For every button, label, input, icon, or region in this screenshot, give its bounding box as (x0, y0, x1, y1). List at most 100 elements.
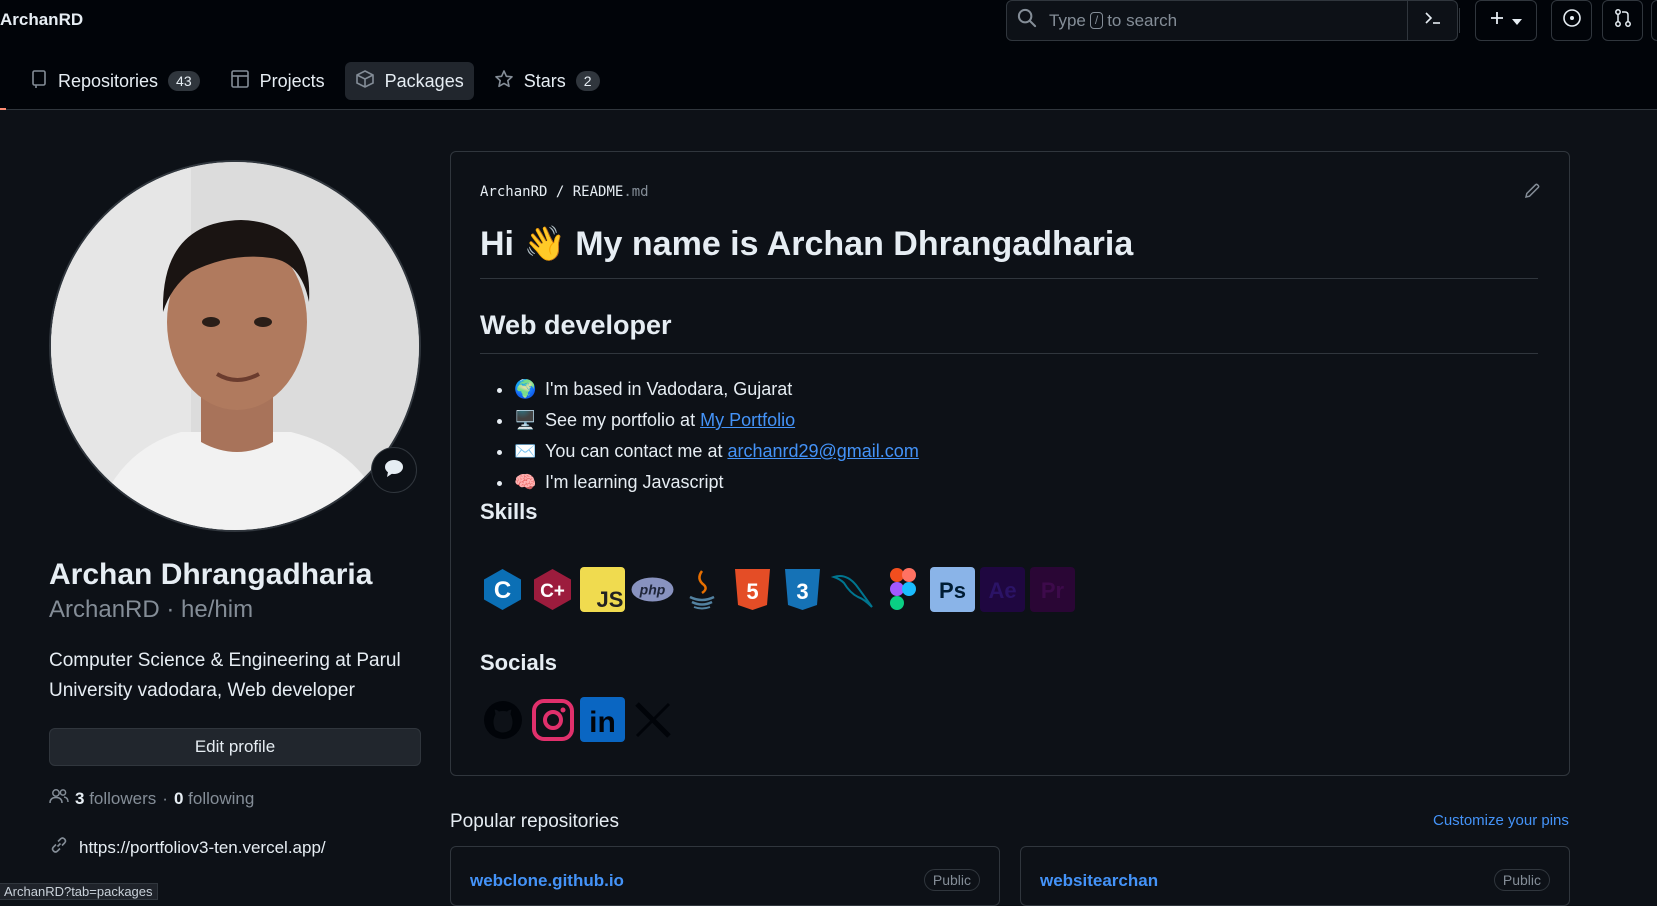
website-link[interactable]: https://portfoliov3-ten.vercel.app/ (79, 838, 326, 858)
list-item: 🧠 I'm learning Javascript (514, 467, 1538, 498)
list-item-text: You can contact me at (545, 441, 728, 461)
socials-heading: Socials (480, 650, 558, 675)
svg-text:C+: C+ (540, 581, 565, 602)
svg-text:JS: JS (597, 587, 624, 612)
tab-label: Projects (259, 70, 325, 91)
avatar-container (49, 160, 421, 532)
socials-icons: in (480, 697, 1538, 742)
avatar[interactable] (49, 160, 421, 532)
computer-icon: 🖥️ (514, 410, 537, 430)
followers-link[interactable]: 3 followers (75, 789, 156, 809)
inbox-button[interactable] (1651, 0, 1657, 41)
owner-login[interactable]: ArchanRD (0, 10, 83, 30)
email-link[interactable]: archanrd29@gmail.com (727, 441, 918, 461)
breadcrumb-file[interactable]: README (573, 184, 624, 200)
readme-breadcrumb: ArchanRD / README.md (480, 184, 649, 200)
edit-readme-button[interactable] (1523, 182, 1541, 205)
following-count: 0 (173, 788, 184, 808)
list-item: ✉️ You can contact me at archanrd29@gmail… (514, 436, 1538, 467)
svg-text:Ps: Ps (939, 578, 966, 603)
followers-count: 3 (75, 788, 85, 808)
pencil-icon (1523, 183, 1541, 204)
github-icon[interactable] (480, 697, 525, 742)
repo-card: webclone.github.io Public (450, 846, 1000, 906)
brain-icon: 🧠 (514, 472, 537, 492)
repo-card: websitearchan Public (1020, 846, 1570, 906)
profile-sidebar: Archan Dhrangadharia ArchanRD · he/him C… (49, 160, 421, 860)
svg-text:php: php (639, 582, 666, 598)
follow-stats: 3 followers · 0 following (49, 788, 421, 809)
repo-icon (30, 69, 48, 94)
search-shortcut-key: / (1089, 12, 1104, 29)
readme-title: Hi 👋 My name is Archan Dhrangadharia (480, 224, 1538, 279)
search-icon (1017, 8, 1037, 33)
tab-counter: 43 (168, 71, 200, 91)
tab-stars[interactable]: Stars 2 (484, 62, 610, 100)
following-link[interactable]: 0 following (174, 789, 254, 809)
search-placeholder: Type / to search (1049, 11, 1177, 31)
create-new-button[interactable] (1475, 0, 1537, 41)
instagram-icon[interactable] (530, 697, 575, 742)
pull-request-icon (1614, 8, 1632, 33)
globe-icon: 🌍 (514, 379, 537, 399)
header-divider (1459, 8, 1460, 33)
svg-text:Pr: Pr (1041, 578, 1065, 603)
css3-icon: 3 (780, 567, 825, 612)
figma-icon (880, 567, 925, 612)
tab-label: Packages (384, 70, 464, 91)
skills-heading: Skills (480, 499, 538, 524)
profile-readme: ArchanRD / README.md Hi 👋 My name is Arc… (450, 151, 1570, 776)
profile-login-pronouns: ArchanRD · he/him (49, 596, 254, 623)
following-label: following (188, 788, 255, 808)
aftereffects-icon: Ae (980, 567, 1025, 612)
readme-bullets: 🌍 I'm based in Vadodara, Gujarat 🖥️ See my… (480, 374, 1538, 498)
followers-label: followers (89, 788, 157, 808)
caret-down-icon (1512, 12, 1522, 30)
popular-repos-heading: Popular repositories (450, 811, 619, 832)
javascript-icon: JS (580, 567, 625, 612)
svg-text:Ae: Ae (988, 578, 1016, 603)
tab-projects[interactable]: Projects (220, 62, 335, 100)
linkedin-icon[interactable]: in (580, 697, 625, 742)
svg-text:C: C (494, 577, 511, 604)
app-header: ArchanRD Type / to search Repositories 4… (0, 0, 1657, 110)
package-icon (355, 69, 375, 94)
java-icon (680, 567, 725, 612)
set-status-button[interactable] (371, 447, 417, 493)
avatar-photo (51, 162, 419, 530)
repo-name-link[interactable]: websitearchan (1040, 871, 1158, 891)
profile-bio: Computer Science & Engineering at Parul … (49, 650, 401, 701)
people-icon (49, 788, 69, 809)
table-icon (230, 69, 250, 94)
tab-packages[interactable]: Packages (344, 62, 474, 100)
customize-pins-link[interactable]: Customize your pins (1433, 812, 1569, 829)
php-icon: php (630, 567, 675, 612)
c-icon: C (480, 567, 525, 612)
portfolio-link[interactable]: My Portfolio (700, 410, 795, 430)
list-item: 🖥️ See my portfolio at My Portfolio (514, 405, 1538, 436)
tab-repositories[interactable]: Repositories 43 (20, 62, 210, 100)
breadcrumb-owner[interactable]: ArchanRD (480, 184, 547, 200)
profile-tabs: Repositories 43 Projects Packages Stars … (20, 62, 610, 100)
follow-separator: · (162, 788, 168, 808)
x-icon[interactable] (630, 697, 675, 742)
star-icon (494, 69, 514, 94)
repo-name-link[interactable]: webclone.github.io (470, 871, 624, 891)
search-input[interactable]: Type / to search (1006, 0, 1458, 41)
skills-icons: C C+ JS php 5 3 Ps Ae Pr (480, 567, 1538, 612)
breadcrumb-extension: .md (623, 184, 649, 200)
search-placeholder-end: to search (1107, 10, 1178, 30)
edit-profile-button[interactable]: Edit profile (49, 728, 421, 766)
envelope-icon: ✉️ (514, 441, 537, 461)
html5-icon: 5 (730, 567, 775, 612)
speech-bubble-icon (383, 458, 405, 483)
tab-label: Repositories (58, 70, 159, 91)
website-row: https://portfoliov3-ten.vercel.app/ (49, 835, 421, 860)
list-item: 🌍 I'm based in Vadodara, Gujarat (514, 374, 1538, 405)
tab-label: Stars (523, 70, 566, 91)
pull-requests-button[interactable] (1602, 0, 1643, 41)
issues-button[interactable] (1551, 0, 1592, 41)
command-palette-button[interactable] (1407, 1, 1457, 40)
mysql-icon (830, 567, 875, 612)
profile-fullname: Archan Dhrangadharia (49, 558, 373, 591)
